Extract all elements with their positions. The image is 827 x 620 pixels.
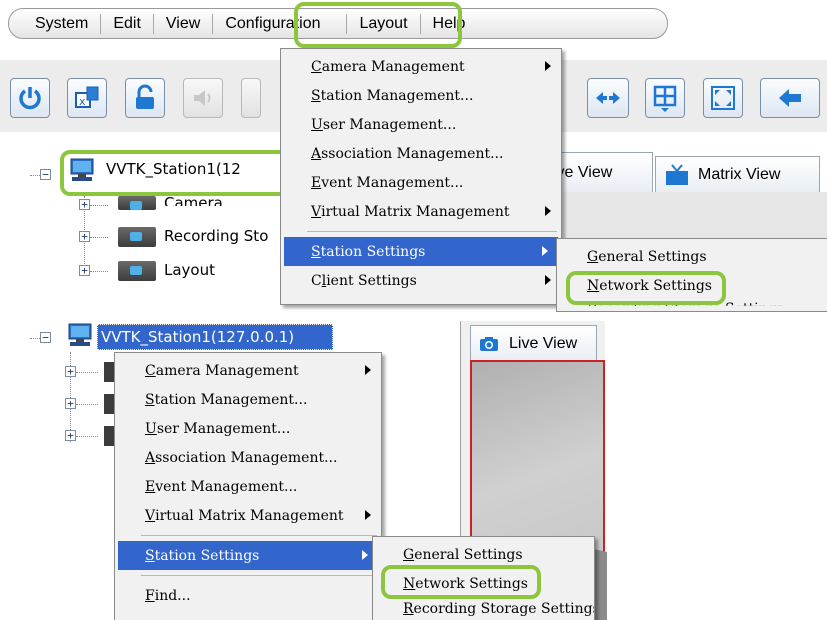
menu-configuration[interactable]: Configuration (213, 15, 332, 33)
back-arrow-icon (779, 89, 801, 107)
menu-layout[interactable]: Layout (347, 15, 419, 33)
tree-connector (90, 271, 108, 272)
submenu-general-settings-bottom[interactable]: General Settings (373, 540, 594, 569)
menu-item-user-management[interactable]: User Management... (281, 110, 561, 139)
audio-button[interactable] (183, 78, 223, 118)
menu-item-station-management[interactable]: Station Management... (281, 81, 561, 110)
tree-connector (76, 372, 98, 373)
tree-connector (30, 175, 40, 176)
power-icon (19, 87, 41, 110)
station-collapse-toggle-bottom[interactable]: − (40, 332, 51, 343)
menu-separator (307, 231, 557, 232)
context-item-user-management[interactable]: User Management... (115, 414, 381, 443)
context-item-station-management[interactable]: Station Management... (115, 385, 381, 414)
export-icon: x (75, 86, 99, 108)
camera-expand-toggle-bottom[interactable]: + (65, 366, 76, 377)
configuration-dropdown: Camera Management Station Management... … (280, 48, 562, 305)
export-button[interactable]: x (67, 78, 107, 118)
context-item-find[interactable]: Find... (115, 581, 381, 610)
power-button[interactable] (10, 78, 50, 118)
camera-icon (480, 336, 498, 351)
tree-connector (30, 338, 40, 339)
menu-separator (141, 575, 377, 576)
menu-item-association-management[interactable]: Association Management... (281, 139, 561, 168)
unlock-button[interactable] (125, 78, 165, 118)
tab-live-view-bottom-label: Live View (509, 334, 578, 352)
recording-node-label[interactable]: Recording Sto (164, 227, 268, 245)
disabled-toolbar-button[interactable] (241, 78, 261, 118)
back-button[interactable] (760, 78, 820, 118)
computer-icon-bottom (68, 323, 92, 346)
menu-separator (141, 535, 377, 536)
tab-matrix-view-label: Matrix View (698, 165, 781, 183)
recording-expand-toggle[interactable]: + (79, 231, 90, 242)
tab-live-view-bottom[interactable]: Live View (470, 325, 597, 361)
menu-item-event-management[interactable]: Event Management... (281, 168, 561, 197)
station-node-selected-bottom[interactable]: VVTK_Station1(127.0.0.1) (97, 324, 333, 350)
menu-system[interactable]: System (23, 15, 100, 33)
menu-item-station-settings[interactable]: Station Settings (284, 237, 558, 266)
computer-icon (70, 158, 94, 181)
tree-connector (90, 205, 108, 206)
context-item-partial[interactable] (115, 610, 381, 620)
tree-connector (76, 404, 98, 405)
speaker-icon (194, 90, 211, 106)
menu-item-camera-management[interactable]: Camera Management (281, 52, 561, 81)
tree-connector (76, 436, 98, 437)
tree-connector (90, 237, 108, 238)
submenu-recording-storage-settings-bottom[interactable]: Recording Storage Settings (373, 598, 594, 620)
context-item-camera-management[interactable]: Camera Management (115, 356, 381, 385)
station-settings-submenu-bottom: General Settings Network Settings Record… (372, 536, 595, 620)
submenu-network-settings-bottom[interactable]: Network Settings (373, 569, 594, 598)
context-item-association-management[interactable]: Association Management... (115, 443, 381, 472)
context-item-event-management[interactable]: Event Management... (115, 472, 381, 501)
camera-folder-icon (118, 196, 156, 210)
menu-item-virtual-matrix-management[interactable]: Virtual Matrix Management (281, 197, 561, 226)
swap-arrows-icon (596, 92, 620, 104)
layout-grid-button[interactable] (645, 78, 685, 118)
station-settings-submenu: General Settings Network Settings Record… (556, 238, 827, 312)
station-collapse-toggle[interactable]: − (40, 169, 51, 180)
menu-edit[interactable]: Edit (101, 15, 153, 33)
menu-item-client-settings[interactable]: Cl ient Settings (281, 266, 561, 295)
unlock-icon (136, 84, 154, 109)
station-context-menu: Camera Management Station Management... … (114, 352, 382, 620)
layout-expand-toggle[interactable]: + (79, 265, 90, 276)
fullscreen-button[interactable] (703, 78, 743, 118)
menubar: System Edit View Configuration Layout He… (8, 8, 668, 39)
camera-node-label[interactable]: Camera (164, 191, 223, 206)
recording-folder-icon (118, 227, 156, 247)
tab-matrix-view[interactable]: Matrix View (655, 156, 820, 192)
menu-help[interactable]: Help (421, 15, 478, 33)
submenu-general-settings[interactable]: General Settings (557, 242, 827, 271)
fullscreen-icon (711, 86, 735, 110)
menu-view[interactable]: View (154, 15, 212, 33)
submenu-recording-storage-settings[interactable]: Recording Storage Settings (557, 294, 827, 306)
station-node-label-bottom: VVTK_Station1(127.0.0.1) (101, 328, 295, 346)
svg-text:x: x (79, 95, 86, 108)
swap-button[interactable] (587, 78, 629, 118)
layout-expand-toggle-bottom[interactable]: + (65, 430, 76, 441)
matrix-tv-icon (666, 163, 688, 185)
context-item-virtual-matrix-management[interactable]: Virtual Matrix Management (115, 501, 381, 530)
grid-icon (653, 85, 677, 112)
context-item-station-settings[interactable]: Station Settings (118, 541, 378, 570)
layout-folder-icon (118, 261, 156, 281)
camera-expand-toggle[interactable]: + (79, 199, 90, 210)
layout-node-label[interactable]: Layout (164, 261, 215, 279)
station-node-label[interactable]: VVTK_Station1(12 (106, 160, 241, 178)
recording-expand-toggle-bottom[interactable]: + (65, 398, 76, 409)
